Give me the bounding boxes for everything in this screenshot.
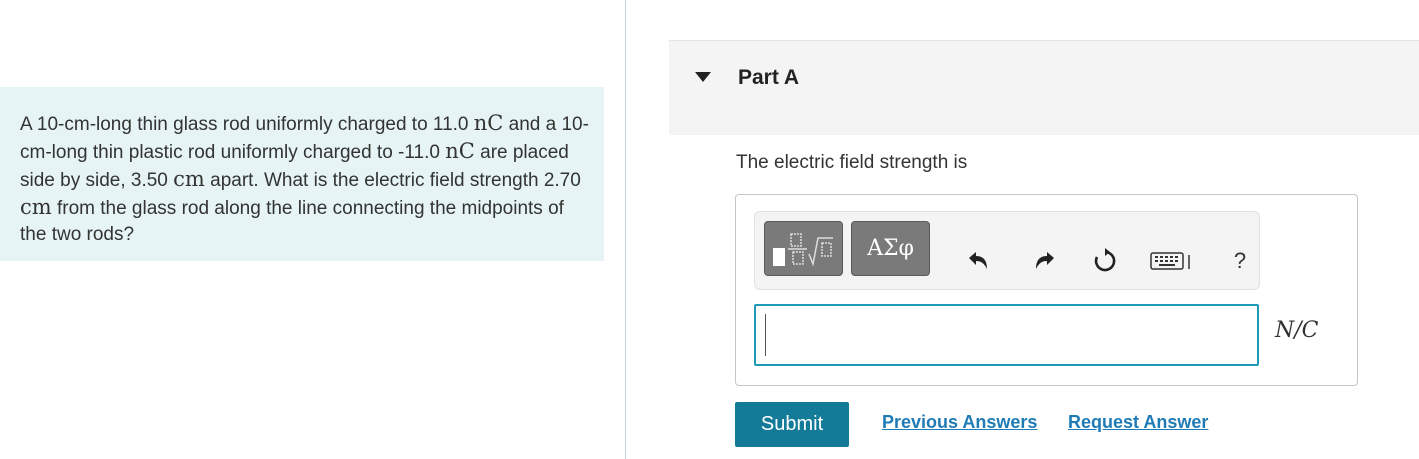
answer-input[interactable] (754, 304, 1259, 366)
greek-symbols-button[interactable]: ΑΣφ (851, 221, 930, 276)
math-unit: nC (473, 111, 504, 135)
previous-answers-link[interactable]: Previous Answers (882, 412, 1037, 433)
request-answer-link[interactable]: Request Answer (1068, 412, 1208, 433)
answer-unit: N/C (1275, 318, 1319, 343)
math-unit: nC (445, 139, 475, 163)
help-button[interactable]: ? (1226, 246, 1254, 276)
keyboard-icon[interactable] (1150, 246, 1192, 276)
problem-statement: A 10-cm-long thin glass rod uniformly ch… (20, 110, 590, 248)
problem-text-segment: from the glass rod along the line connec… (20, 198, 564, 245)
problem-text-segment: apart. What is the electric field streng… (204, 170, 581, 191)
redo-icon[interactable] (1031, 246, 1059, 276)
reset-icon[interactable] (1091, 246, 1119, 276)
problem-text-segment: A 10-cm-long thin glass rod uniformly ch… (20, 114, 474, 135)
math-unit: cm (20, 195, 52, 219)
templates-button[interactable] (764, 221, 843, 276)
column-divider (625, 0, 626, 459)
text-cursor (765, 314, 766, 356)
templates-icon (772, 232, 833, 267)
undo-icon[interactable] (964, 246, 992, 276)
collapse-caret-icon[interactable] (695, 72, 711, 82)
question-prompt: The electric field strength is (736, 152, 968, 173)
submit-button[interactable]: Submit (735, 402, 849, 447)
math-unit: cm (173, 167, 205, 191)
part-title: Part A (738, 66, 800, 89)
